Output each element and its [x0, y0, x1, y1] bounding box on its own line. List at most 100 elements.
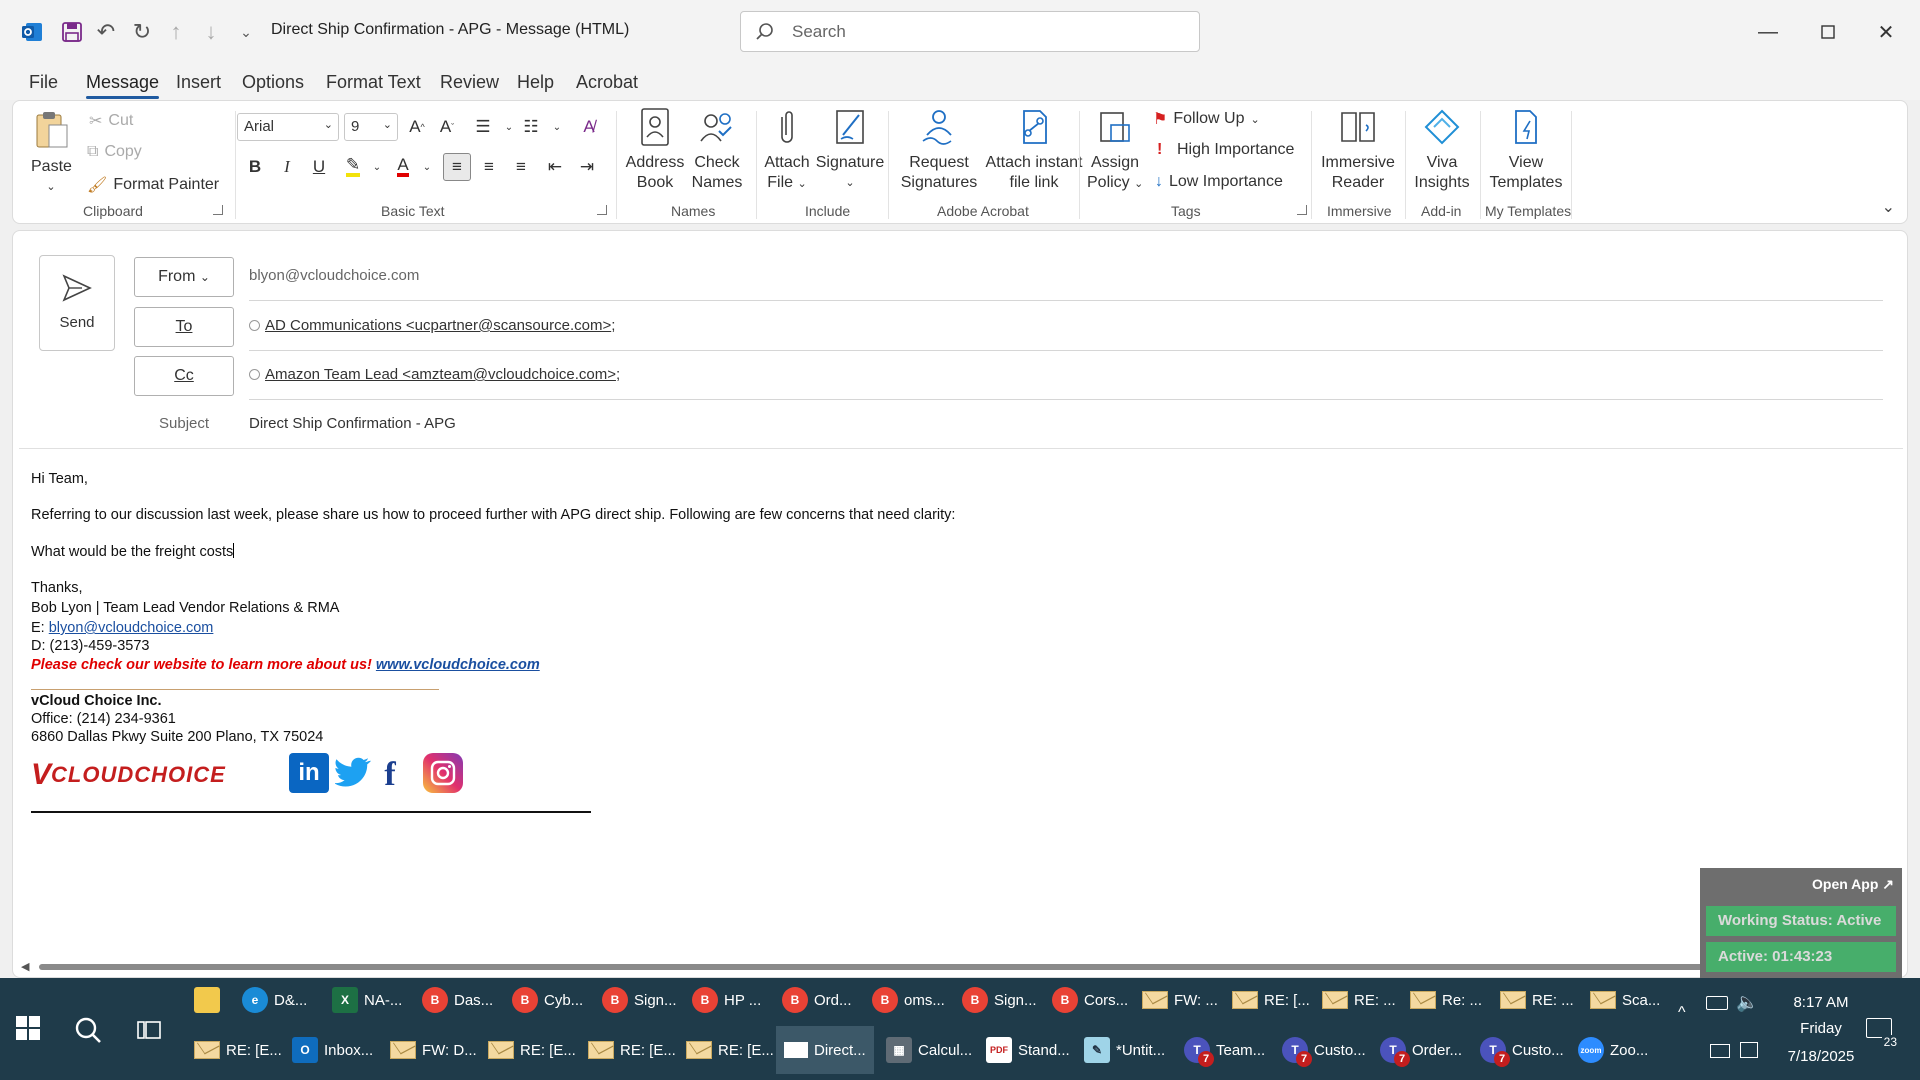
- twitter-icon[interactable]: [335, 755, 371, 791]
- to-recipient[interactable]: AD Communications <ucpartner@scansource.…: [265, 317, 611, 334]
- taskbar-item[interactable]: X NA-...: [332, 978, 402, 1022]
- signature-button[interactable]: Signature ⌄: [813, 107, 887, 193]
- align-right-icon[interactable]: ≡: [507, 153, 535, 181]
- clock-time[interactable]: 8:17 AM: [1784, 994, 1858, 1011]
- clock-day[interactable]: Friday: [1784, 1020, 1858, 1037]
- taskbar-item[interactable]: ✎ *Untit...: [1084, 1028, 1165, 1072]
- subject-input[interactable]: Direct Ship Confirmation - APG: [249, 415, 456, 432]
- taskbar-item[interactable]: e D&...: [242, 978, 307, 1022]
- assign-policy-button[interactable]: Assign Policy ⌄: [1087, 107, 1143, 194]
- low-importance-button[interactable]: ↓ Low Importance: [1155, 173, 1283, 191]
- attach-file-button[interactable]: Attach File ⌄: [759, 107, 815, 194]
- chevron-down-icon[interactable]: ⌄: [363, 153, 391, 181]
- taskbar-item[interactable]: ▦ Calcul...: [886, 1028, 972, 1072]
- check-names-button[interactable]: Check Names: [685, 107, 749, 193]
- shrink-font-icon[interactable]: Aˇ: [433, 113, 461, 141]
- align-center-icon[interactable]: ≡: [475, 153, 503, 181]
- bullets-icon[interactable]: ☰: [469, 113, 497, 141]
- tab-options[interactable]: Options: [242, 72, 304, 93]
- high-importance-button[interactable]: ! High Importance: [1157, 141, 1294, 159]
- clipboard-launcher-icon[interactable]: [213, 205, 223, 215]
- address-book-button[interactable]: Address Book: [623, 107, 687, 193]
- taskbar-item-active[interactable]: Direct...: [776, 1026, 874, 1074]
- follow-up-button[interactable]: ⚑ Follow Up ⌄: [1153, 109, 1260, 129]
- tab-help[interactable]: Help: [517, 72, 554, 93]
- attach-instant-link-button[interactable]: Attach instant file link: [983, 107, 1085, 193]
- task-view-icon[interactable]: [136, 1018, 162, 1042]
- show-hidden-icons-icon[interactable]: ^: [1678, 1004, 1686, 1022]
- request-signatures-button[interactable]: Request Signatures: [893, 107, 985, 193]
- taskbar-item[interactable]: FW: D...: [390, 1028, 477, 1072]
- send-button[interactable]: Send: [39, 255, 115, 351]
- decrease-indent-icon[interactable]: ⇤: [541, 153, 569, 181]
- tab-review[interactable]: Review: [440, 72, 499, 93]
- view-templates-button[interactable]: View Templates: [1483, 107, 1569, 193]
- chevron-down-icon[interactable]: ⌄: [543, 113, 571, 141]
- increase-indent-icon[interactable]: ⇥: [573, 153, 601, 181]
- tags-launcher-icon[interactable]: [1297, 205, 1307, 215]
- font-name-select[interactable]: Arial ⌄: [237, 113, 339, 141]
- signature-website-link[interactable]: www.vcloudchoice.com: [376, 657, 540, 673]
- cc-field[interactable]: Amazon Team Lead <amzteam@vcloudchoice.c…: [249, 366, 620, 383]
- instagram-icon[interactable]: [423, 753, 463, 793]
- taskbar-item[interactable]: T 7 Team...: [1184, 1028, 1265, 1072]
- to-button[interactable]: To: [134, 307, 234, 347]
- undo-icon[interactable]: ↶: [92, 18, 120, 46]
- viva-insights-button[interactable]: Viva Insights: [1409, 107, 1475, 193]
- display-icon[interactable]: [1740, 1042, 1758, 1058]
- scroll-left-icon[interactable]: ◀: [21, 960, 31, 973]
- taskbar-item[interactable]: B Cyb...: [512, 978, 583, 1022]
- taskbar-item[interactable]: Sca...: [1590, 978, 1660, 1022]
- search-icon[interactable]: [74, 1016, 102, 1044]
- numbering-icon[interactable]: ☷: [517, 113, 545, 141]
- save-icon[interactable]: [58, 18, 86, 46]
- taskbar-item[interactable]: B Sign...: [962, 978, 1037, 1022]
- taskbar-item[interactable]: PDF Stand...: [986, 1028, 1070, 1072]
- bold-icon[interactable]: B: [241, 153, 269, 181]
- taskbar-item[interactable]: RE: [E...: [588, 1028, 676, 1072]
- font-size-select[interactable]: 9 ⌄: [344, 113, 398, 141]
- basic-text-launcher-icon[interactable]: [597, 205, 607, 215]
- taskbar-item[interactable]: T 7 Custo...: [1480, 1028, 1564, 1072]
- open-app-button[interactable]: Open App ↗: [1812, 876, 1894, 893]
- tab-format-text[interactable]: Format Text: [326, 72, 421, 93]
- facebook-icon[interactable]: f: [379, 756, 401, 793]
- taskbar-item[interactable]: B Cors...: [1052, 978, 1128, 1022]
- tab-acrobat[interactable]: Acrobat: [576, 72, 638, 93]
- copy-button[interactable]: ⧉ Copy: [87, 143, 142, 161]
- taskbar-item[interactable]: RE: [E...: [194, 1028, 282, 1072]
- paste-button[interactable]: Paste ⌄: [31, 109, 72, 197]
- minimize-button[interactable]: —: [1750, 14, 1786, 50]
- taskbar-file-explorer[interactable]: [194, 978, 220, 1022]
- network-icon[interactable]: [1710, 1044, 1730, 1058]
- taskbar-item[interactable]: T 7 Order...: [1380, 1028, 1462, 1072]
- taskbar-item[interactable]: B Ord...: [782, 978, 852, 1022]
- format-painter-button[interactable]: 🖌 Format Painter: [87, 175, 219, 195]
- battery-icon[interactable]: [1706, 996, 1728, 1010]
- customize-qat-icon[interactable]: ⌄: [232, 18, 260, 46]
- grow-font-icon[interactable]: A ^: [403, 113, 431, 141]
- tab-message[interactable]: Message: [86, 72, 160, 99]
- align-left-icon[interactable]: ≡: [443, 153, 471, 181]
- signature-email-link[interactable]: blyon@vcloudchoice.com: [49, 620, 214, 636]
- to-field[interactable]: AD Communications <ucpartner@scansource.…: [249, 317, 615, 334]
- volume-icon[interactable]: 🔈: [1736, 992, 1758, 1013]
- redo-icon[interactable]: ↻: [128, 18, 156, 46]
- taskbar-item[interactable]: RE: ...: [1500, 978, 1574, 1022]
- clear-formatting-icon[interactable]: A̸: [575, 113, 603, 141]
- from-button[interactable]: From ⌄: [134, 257, 234, 297]
- linkedin-icon[interactable]: in: [289, 753, 329, 793]
- tab-file[interactable]: File: [29, 72, 58, 93]
- underline-icon[interactable]: U: [305, 153, 333, 181]
- notifications-icon[interactable]: 23: [1866, 1018, 1899, 1049]
- taskbar-item[interactable]: T 7 Custo...: [1282, 1028, 1366, 1072]
- italic-icon[interactable]: I: [273, 153, 301, 181]
- taskbar-item[interactable]: FW: ...: [1142, 978, 1218, 1022]
- cut-button[interactable]: ✂ Cut: [89, 111, 133, 131]
- collapse-ribbon-icon[interactable]: ⌄: [1882, 197, 1895, 217]
- taskbar-item[interactable]: RE: [...: [1232, 978, 1310, 1022]
- taskbar-item[interactable]: O Inbox...: [292, 1028, 373, 1072]
- taskbar-item[interactable]: zoom Zoo...: [1578, 1028, 1648, 1072]
- next-item-icon[interactable]: ↓: [197, 18, 225, 46]
- windows-start-icon[interactable]: [16, 1016, 42, 1042]
